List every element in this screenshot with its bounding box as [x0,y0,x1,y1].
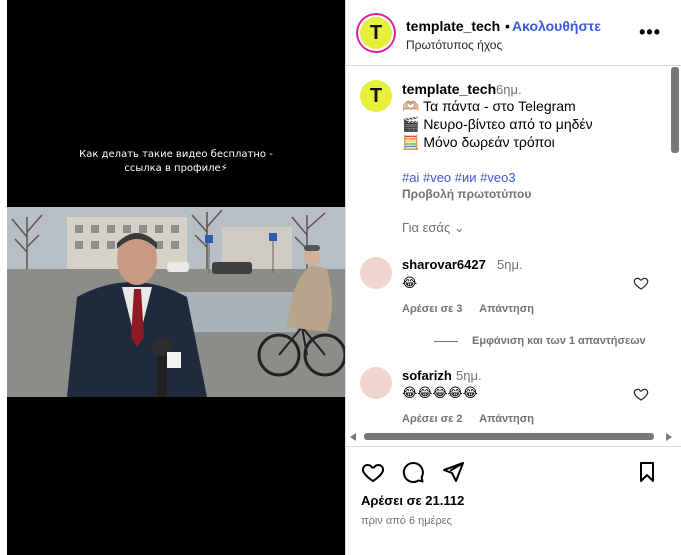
vertical-scrollbar[interactable] [671,67,679,153]
post-header: T template_tech • Ακολουθήστε Πρωτότυπος… [346,0,681,66]
overlay-line-2: ссылка в профиле⚡ [124,163,228,174]
post-date[interactable]: πριν από 6 ημέρες [361,515,452,527]
caption-username[interactable]: template_tech [402,81,496,97]
comment-likes[interactable]: Αρέσει σε 2 [402,413,463,425]
caption-line: 🫶🏼 Τα πάντα - στο Telegram [402,98,576,114]
caption-line: 🧮 Μόνο δωρεάν τρόποι [402,134,555,150]
see-original-link[interactable]: Προβολή πρωτοτύπου [402,187,531,201]
comment-sort-dropdown[interactable]: Για εσάς ⌄ [402,220,465,236]
comment-text: 😂 [402,275,418,290]
post-side-panel: T template_tech • Ακολουθήστε Πρωτότυπος… [345,0,681,555]
comment-likes[interactable]: Αρέσει σε 3 [402,303,463,315]
comment-text: 😂😂😂😂😂 [402,385,478,400]
scroll-right-arrow-icon[interactable] [666,433,672,441]
commenter-avatar[interactable] [360,257,392,289]
reply-button[interactable]: Απάντηση [479,303,534,315]
overlay-line-1: Как делать такие видео бесплатно - [79,149,273,160]
comment-like-heart-icon[interactable] [633,275,649,291]
audio-label[interactable]: Πρωτότυπος ήχος [406,38,502,52]
hashtags[interactable]: #ai #veo #ии #veo3 [402,170,516,185]
like-heart-icon[interactable] [361,460,385,484]
comment-meta: Αρέσει σε 3 Απάντηση [402,303,548,315]
video-frame[interactable] [7,207,345,397]
save-bookmark-icon[interactable] [635,460,659,484]
comment-like-heart-icon[interactable] [633,386,649,402]
comment-time[interactable]: 5ημ. [456,368,482,383]
separator-dot: • [505,18,510,34]
caption-line: 🎬 Νευρο-βίντεο από το μηδέν [402,116,593,132]
video-player[interactable]: Как делать такие видео бесплатно - ссылк… [7,0,345,555]
comments-scroll-area[interactable]: T template_tech 6ημ. 🫶🏼 Τα πάντα - στο T… [346,67,681,445]
comment-time[interactable]: 5ημ. [497,257,523,272]
commenter-username[interactable]: sofarizh [402,368,452,383]
comment-meta: Αρέσει σε 2 Απάντηση [402,413,548,425]
video-scene-image [7,207,345,397]
commenter-avatar[interactable] [360,367,392,399]
share-send-icon[interactable] [441,460,465,484]
author-avatar[interactable]: T [360,17,392,49]
author-username[interactable]: template_tech [406,18,500,34]
caption-text: 🫶🏼 Τα πάντα - στο Telegram 🎬 Νευρο-βίντε… [402,97,593,151]
horizontal-scrollbar[interactable] [350,431,672,443]
video-caption-overlay: Как делать такие видео бесплатно - ссылк… [7,148,345,176]
view-replies-label: Εμφάνιση και των 1 απαντήσεων [472,335,646,347]
commenter-username[interactable]: sharovar6427 [402,257,486,272]
follow-button[interactable]: Ακολουθήστε [512,18,601,34]
caption-time[interactable]: 6ημ. [496,82,522,97]
scroll-left-arrow-icon[interactable] [350,433,356,441]
reply-button[interactable]: Απάντηση [479,413,534,425]
post-actions: Αρέσει σε 21.112 πριν από 6 ημέρες [346,446,681,555]
scrollbar-thumb[interactable] [364,433,654,440]
comment-bubble-icon[interactable] [401,460,425,484]
view-replies-button[interactable]: Εμφάνιση και των 1 απαντήσεων [434,335,646,347]
caption-author-avatar[interactable]: T [360,80,392,112]
likes-count[interactable]: Αρέσει σε 21.112 [361,493,464,508]
more-options-icon[interactable]: ••• [639,22,661,43]
